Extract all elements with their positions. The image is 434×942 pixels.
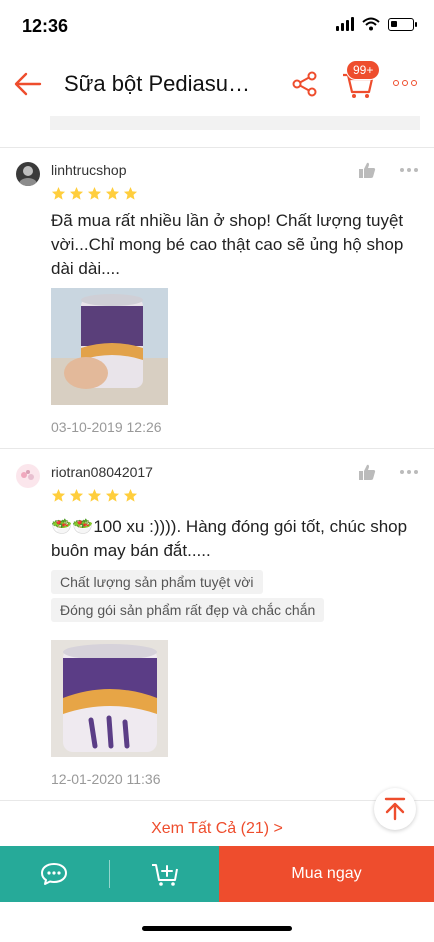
star-icon (51, 186, 66, 200)
status-icons (336, 17, 417, 31)
chat-button[interactable] (0, 846, 109, 902)
previous-review-remnant (0, 116, 434, 148)
divider (0, 448, 434, 449)
star-icon (87, 488, 102, 502)
battery-icon (388, 17, 417, 31)
cart-badge: 99+ (346, 60, 381, 80)
status-time: 12:36 (22, 16, 69, 36)
thumbs-up-icon[interactable] (358, 161, 376, 179)
star-icon (87, 186, 102, 200)
review-photo[interactable] (51, 640, 168, 757)
wifi-icon (362, 17, 380, 31)
star-icon (105, 488, 120, 502)
buy-now-button[interactable]: Mua ngay (219, 846, 434, 902)
review-date: 12-01-2020 11:36 (51, 771, 161, 787)
bottom-action-bar: Mua ngay (0, 846, 434, 902)
review-more-icon[interactable] (400, 168, 418, 172)
back-arrow-icon[interactable] (12, 68, 44, 100)
review-tag: Chất lượng sản phẩm tuyệt vời (51, 570, 263, 594)
add-to-cart-button[interactable] (110, 846, 219, 902)
review-text: Đã mua rất nhiều lần ở shop! Chất lượng … (51, 211, 404, 278)
divider (0, 147, 434, 148)
review-tag: Đóng gói sản phẩm rất đẹp và chắc chắn (51, 598, 325, 622)
star-icon (69, 186, 84, 200)
star-icon (69, 488, 84, 502)
avatar[interactable] (16, 162, 40, 186)
share-icon[interactable] (290, 69, 320, 99)
header: Sữa bột Pediasu… 99+ (0, 52, 434, 116)
chat-icon (41, 863, 67, 885)
page-title: Sữa bột Pediasu… (64, 71, 250, 96)
divider (0, 800, 434, 801)
review-photo[interactable] (51, 288, 168, 405)
see-all-reviews-link[interactable]: Xem Tất Cả (21) > (0, 820, 434, 838)
star-rating (51, 186, 138, 201)
star-rating (51, 488, 138, 503)
review-username[interactable]: linhtrucshop (51, 162, 127, 178)
review-more-icon[interactable] (400, 470, 418, 474)
star-icon (123, 186, 138, 200)
star-icon (105, 186, 120, 200)
star-icon (123, 488, 138, 502)
thumbs-up-icon[interactable] (358, 463, 376, 481)
review-text: 🥗🥗100 xu :)))). Hàng đóng gói tốt, chúc … (51, 517, 408, 560)
star-icon (51, 488, 66, 502)
add-cart-icon (152, 864, 178, 886)
signal-icon (336, 17, 354, 31)
review-date: 03-10-2019 12:26 (51, 419, 162, 435)
review-username[interactable]: riotran08042017 (51, 464, 153, 480)
home-indicator[interactable] (142, 926, 292, 931)
status-bar: 12:36 (0, 0, 434, 50)
avatar[interactable] (16, 464, 40, 488)
more-options-icon[interactable] (393, 80, 419, 88)
